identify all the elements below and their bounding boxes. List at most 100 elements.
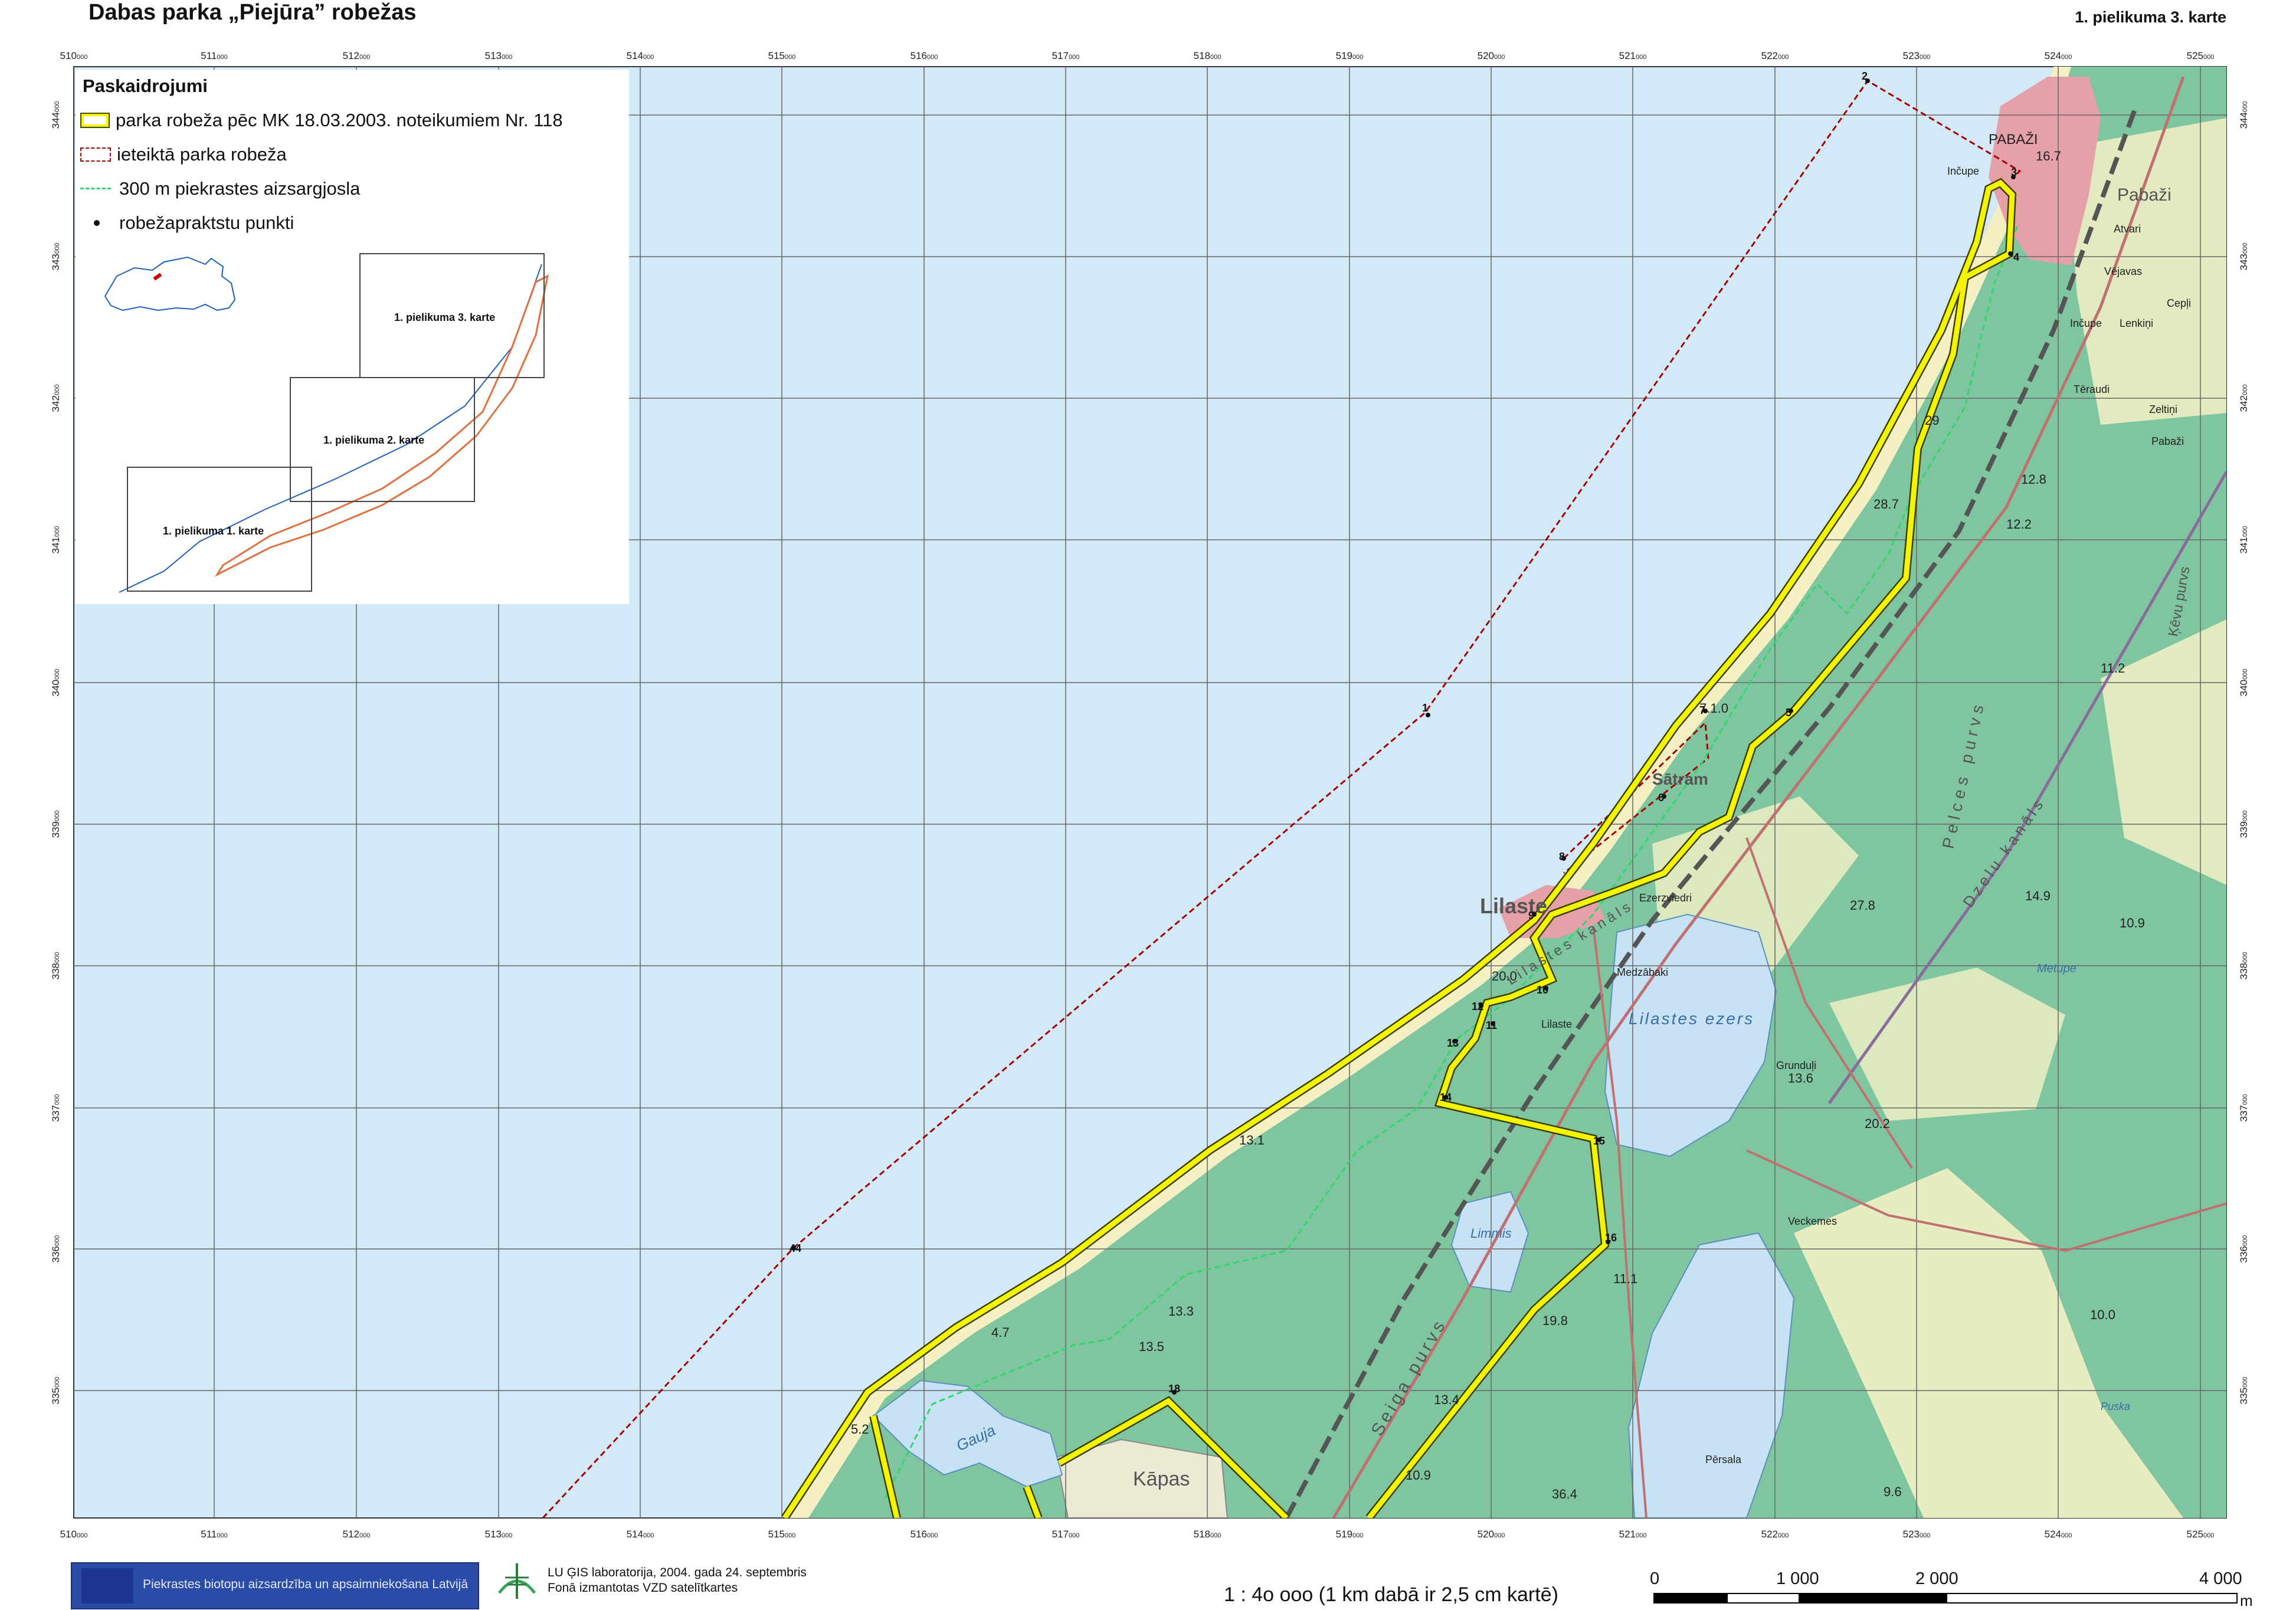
elevation-label: 27.8: [1850, 898, 1875, 913]
elevation-label: 19.8: [1542, 1313, 1568, 1328]
scale-unit: m: [2240, 1592, 2253, 1609]
grid-coordinate-label: 523000: [1903, 1529, 1931, 1540]
grid-coordinate-label: 512000: [343, 50, 371, 61]
place-satram: Sātram: [1652, 770, 1708, 788]
scale-tick-0: 0: [1650, 1569, 1660, 1588]
point-label: 8: [1559, 851, 1565, 863]
grid-coordinate-label: 512000: [343, 1529, 371, 1540]
elevation-label: 11.2: [2101, 661, 2125, 676]
grid-coordinate-label: 522000: [1761, 1529, 1789, 1540]
grid-coordinate-label: 510000: [60, 1529, 88, 1540]
point-label: 15: [1593, 1135, 1605, 1147]
grid-coordinate-label: 336000: [2238, 1235, 2249, 1263]
point-label: 1: [1422, 702, 1428, 714]
place-lilastes-ezers: Lilastes ezers: [1629, 1009, 1754, 1028]
grid-coordinate-label: 520000: [1478, 50, 1505, 61]
grid-coordinate-label: 522000: [1761, 50, 1789, 61]
grid-coordinate-label: 336000: [50, 1235, 61, 1263]
grid-coordinate-label: 342000: [50, 385, 61, 412]
elevation-label: 20.2: [1865, 1116, 1890, 1131]
elevation-label: 12.2: [2006, 517, 2032, 532]
elevation-label: 10.9: [2120, 916, 2145, 930]
scale-tick-4000: 4 000: [2199, 1569, 2242, 1588]
place-incupe: Inčupe: [1947, 165, 1979, 177]
grid-coordinate-label: 338000: [2238, 952, 2249, 980]
place-zeltini: Zeltiņi: [2149, 404, 2177, 415]
grid-coordinate-label: 517000: [1052, 50, 1080, 61]
grid-coordinate-label: 519000: [1336, 1529, 1364, 1540]
elevation-label: 12.8: [2021, 472, 2046, 487]
scale-text: 1 : 4o ooo (1 km dabā ir 2,5 cm kartē): [1224, 1583, 1558, 1606]
point-label: 4: [2013, 251, 2019, 263]
legend-item: robežapraktstu punkti: [80, 211, 294, 235]
red-dashed-swatch: [80, 147, 111, 162]
grid-coordinate-label: 513000: [485, 50, 513, 61]
point-label: 11: [1486, 1019, 1497, 1031]
elevation-label: 10.9: [1406, 1468, 1431, 1483]
grid-coordinate-label: 338000: [50, 952, 61, 980]
place-puska: Puska: [2101, 1401, 2130, 1412]
place-ezerzviedri: Ezerzviedri: [1639, 892, 1692, 904]
legend-item: parka robeža pēc MK 18.03.2003. noteikum…: [80, 109, 563, 132]
point-label: 12: [1472, 1001, 1483, 1012]
grid-coordinate-label: 335000: [50, 1377, 61, 1405]
grid-coordinate-label: 513000: [485, 1529, 513, 1540]
point-label: 6: [1658, 792, 1664, 804]
latvia-outline: [104, 256, 236, 311]
place-metupe: Metupe: [2037, 962, 2076, 975]
inset-sheet-3-label: 1. pielikuma 3. karte: [394, 311, 495, 323]
grid-coordinate-label: 342000: [2238, 385, 2249, 412]
elevation-label: 16.7: [2036, 149, 2061, 163]
place-pabazi-2: Pabaži: [2151, 435, 2184, 447]
elevation-label: 4.7: [991, 1325, 1010, 1340]
elevation-label: 13.5: [1139, 1339, 1164, 1354]
grid-coordinate-label: 516000: [910, 50, 938, 61]
place-veckemes: Veckemes: [1788, 1215, 1837, 1227]
grid-coordinate-label: 521000: [1619, 1529, 1647, 1540]
legend-label: robežapraktstu punkti: [119, 212, 294, 233]
grid-coordinate-label: 343000: [2238, 243, 2249, 271]
eu-life-logo: [81, 1568, 133, 1604]
place-incupe-2: Inčupe: [2070, 317, 2102, 329]
scale-tick-1000: 1 000: [1776, 1569, 1819, 1588]
grid-coordinate-label: 340000: [50, 669, 61, 697]
grid-coordinate-label: 518000: [1194, 50, 1221, 61]
place-grunduli: Grunduļi: [1776, 1060, 1816, 1071]
elevation-label: 13.1: [1239, 1133, 1265, 1147]
black-dot-swatch: [80, 214, 113, 232]
green-dashed-swatch: [80, 179, 113, 198]
grid-coordinate-label: 520000: [1478, 1529, 1505, 1540]
grid-coordinate-label: 510000: [60, 50, 88, 61]
legend-item: ieteiktā parka robeža: [80, 143, 287, 166]
point-label: 14: [1440, 1091, 1452, 1103]
project-label: Piekrastes biotopu aizsardzība un apsaim…: [143, 1578, 468, 1591]
point-label: 2: [1862, 70, 1868, 82]
place-kapas: Kāpas: [1133, 1468, 1190, 1490]
grid-coordinate-label: 515000: [768, 50, 796, 61]
yellow-boundary-swatch: [80, 113, 110, 128]
point-label: 7: [1699, 704, 1705, 716]
grid-coordinate-label: 341000: [50, 526, 61, 554]
inset-park-area: [214, 274, 549, 577]
point-label: 13: [1447, 1037, 1459, 1049]
elevation-label: 9.6: [1884, 1484, 1902, 1499]
grid-coordinate-label: 339000: [2238, 811, 2249, 838]
place-limmis: Limmis: [1470, 1226, 1512, 1241]
place-pabazi: Pabaži: [2117, 185, 2171, 205]
latvia-marker: [153, 273, 162, 281]
place-cepli: Cepļi: [2167, 297, 2191, 309]
place-lilaste-small: Lilaste: [1541, 1018, 1572, 1030]
credit-line-2: Fonā izmantotas VZD satelītkartes: [548, 1581, 738, 1595]
grid-coordinate-label: 511000: [201, 50, 227, 61]
legend-panel: Paskaidrojumi parka robeža pēc MK 18.03.…: [76, 70, 629, 604]
grid-coordinate-label: 337000: [2238, 1094, 2249, 1122]
legend-label: ieteiktā parka robeža: [117, 144, 287, 165]
grid-coordinate-label: 519000: [1336, 50, 1364, 61]
scale-bar: [1653, 1593, 2238, 1604]
grid-coordinate-label: 343000: [50, 243, 61, 271]
grid-coordinate-label: 521000: [1619, 50, 1647, 61]
elevation-label: 36.4: [1552, 1487, 1577, 1501]
place-atvari: Atvari: [2114, 223, 2141, 235]
grid-coordinate-label: 339000: [50, 811, 61, 838]
elevation-label: 13.4: [1434, 1392, 1459, 1407]
